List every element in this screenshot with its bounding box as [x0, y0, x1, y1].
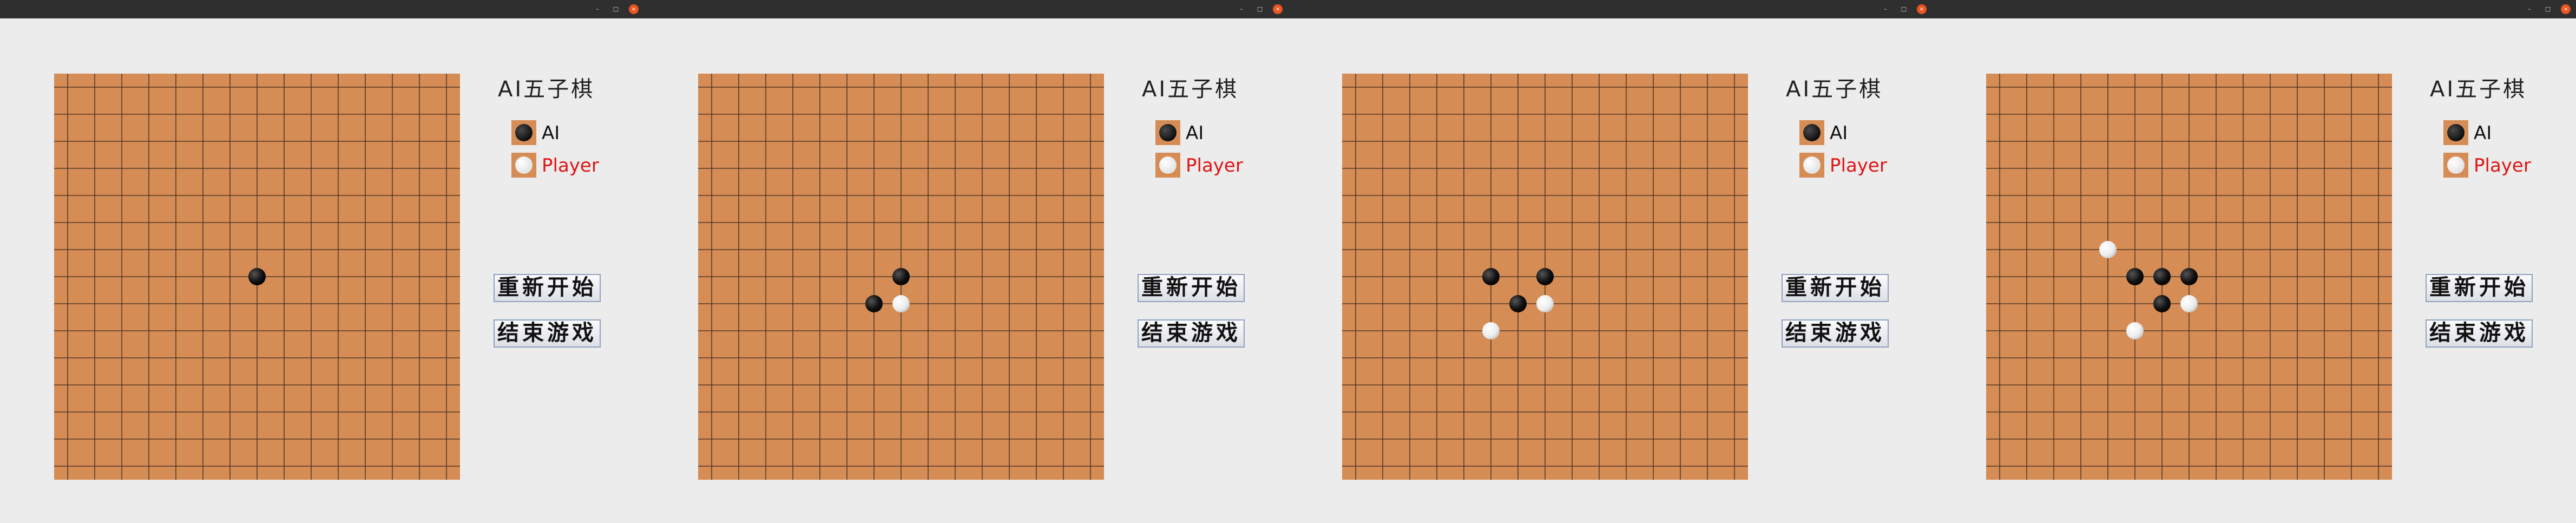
white-stone	[2099, 241, 2117, 258]
legend-ai-label: AI	[542, 122, 560, 144]
end-game-button[interactable]: 结束游戏	[1782, 319, 1889, 348]
black-stone	[2153, 268, 2171, 285]
black-stone	[248, 268, 266, 285]
restart-button[interactable]: 重新开始	[494, 274, 601, 302]
legend-player-label: Player	[2474, 155, 2531, 176]
restart-button[interactable]: 重新开始	[1138, 274, 1245, 302]
legend-ai-label: AI	[1186, 122, 1204, 144]
title-bar: – □ ×	[1288, 0, 1932, 18]
game-board[interactable]	[698, 74, 1104, 480]
black-stone	[2180, 268, 2198, 285]
legend-ai-label: AI	[2474, 122, 2492, 144]
minimize-button[interactable]: –	[593, 5, 602, 14]
maximize-button[interactable]: □	[1256, 5, 1264, 14]
board-grid	[1342, 74, 1748, 480]
black-stone	[1482, 268, 1500, 285]
gomoku-window-1: – □ × AI五子棋 AI Player 重新开始 结束游戏	[0, 0, 644, 523]
game-title: AI五子棋	[1142, 77, 1239, 102]
black-stone-icon	[511, 120, 536, 145]
legend-player-label: Player	[1186, 155, 1243, 176]
title-bar: – □ ×	[644, 0, 1288, 18]
close-button[interactable]: ×	[1917, 4, 1927, 14]
legend-player-label: Player	[542, 155, 599, 176]
black-stone-icon	[1155, 120, 1180, 145]
black-stone	[1509, 295, 1527, 312]
board-grid	[54, 74, 460, 480]
white-stone	[1536, 295, 1554, 312]
screenshot-stage: – □ × AI五子棋 AI Player 重新开始 结束游戏 – □ × AI…	[0, 0, 2576, 523]
black-stone	[1536, 268, 1554, 285]
restart-button[interactable]: 重新开始	[1782, 274, 1889, 302]
minimize-button[interactable]: –	[1237, 5, 1246, 14]
white-stone-icon	[1799, 153, 1824, 178]
gomoku-window-4: – □ × AI五子棋 AI Player 重新开始 结束游戏	[1932, 0, 2576, 523]
board-grid	[1986, 74, 2392, 480]
gomoku-window-3: – □ × AI五子棋 AI Player 重新开始 结束游戏	[1288, 0, 1932, 523]
game-title: AI五子棋	[498, 77, 595, 102]
game-board[interactable]	[1342, 74, 1748, 480]
close-button[interactable]: ×	[2561, 4, 2571, 14]
maximize-button[interactable]: □	[612, 5, 620, 14]
legend-ai-label: AI	[1830, 122, 1848, 144]
black-stone	[2153, 295, 2171, 312]
game-title: AI五子棋	[1786, 77, 1883, 102]
close-button[interactable]: ×	[629, 4, 639, 14]
end-game-button[interactable]: 结束游戏	[1138, 319, 1245, 348]
white-stone-icon	[1155, 153, 1180, 178]
gomoku-window-2: – □ × AI五子棋 AI Player 重新开始 结束游戏	[644, 0, 1288, 523]
black-stone-icon	[1799, 120, 1824, 145]
minimize-button[interactable]: –	[2525, 5, 2534, 14]
white-stone-icon	[511, 153, 536, 178]
white-stone	[1482, 322, 1500, 339]
board-grid	[698, 74, 1104, 480]
title-bar: – □ ×	[1932, 0, 2576, 18]
maximize-button[interactable]: □	[2544, 5, 2552, 14]
close-button[interactable]: ×	[1273, 4, 1283, 14]
white-stone	[2126, 322, 2144, 339]
minimize-button[interactable]: –	[1881, 5, 1890, 14]
end-game-button[interactable]: 结束游戏	[2426, 319, 2533, 348]
black-stone	[865, 295, 883, 312]
black-stone	[892, 268, 910, 285]
white-stone	[2180, 295, 2198, 312]
white-stone	[892, 295, 910, 312]
white-stone-icon	[2443, 153, 2468, 178]
restart-button[interactable]: 重新开始	[2426, 274, 2533, 302]
game-board[interactable]	[1986, 74, 2392, 480]
end-game-button[interactable]: 结束游戏	[494, 319, 601, 348]
legend-player-label: Player	[1830, 155, 1887, 176]
black-stone-icon	[2443, 120, 2468, 145]
maximize-button[interactable]: □	[1900, 5, 1908, 14]
title-bar: – □ ×	[0, 0, 644, 18]
black-stone	[2126, 268, 2144, 285]
game-board[interactable]	[54, 74, 460, 480]
game-title: AI五子棋	[2430, 77, 2527, 102]
